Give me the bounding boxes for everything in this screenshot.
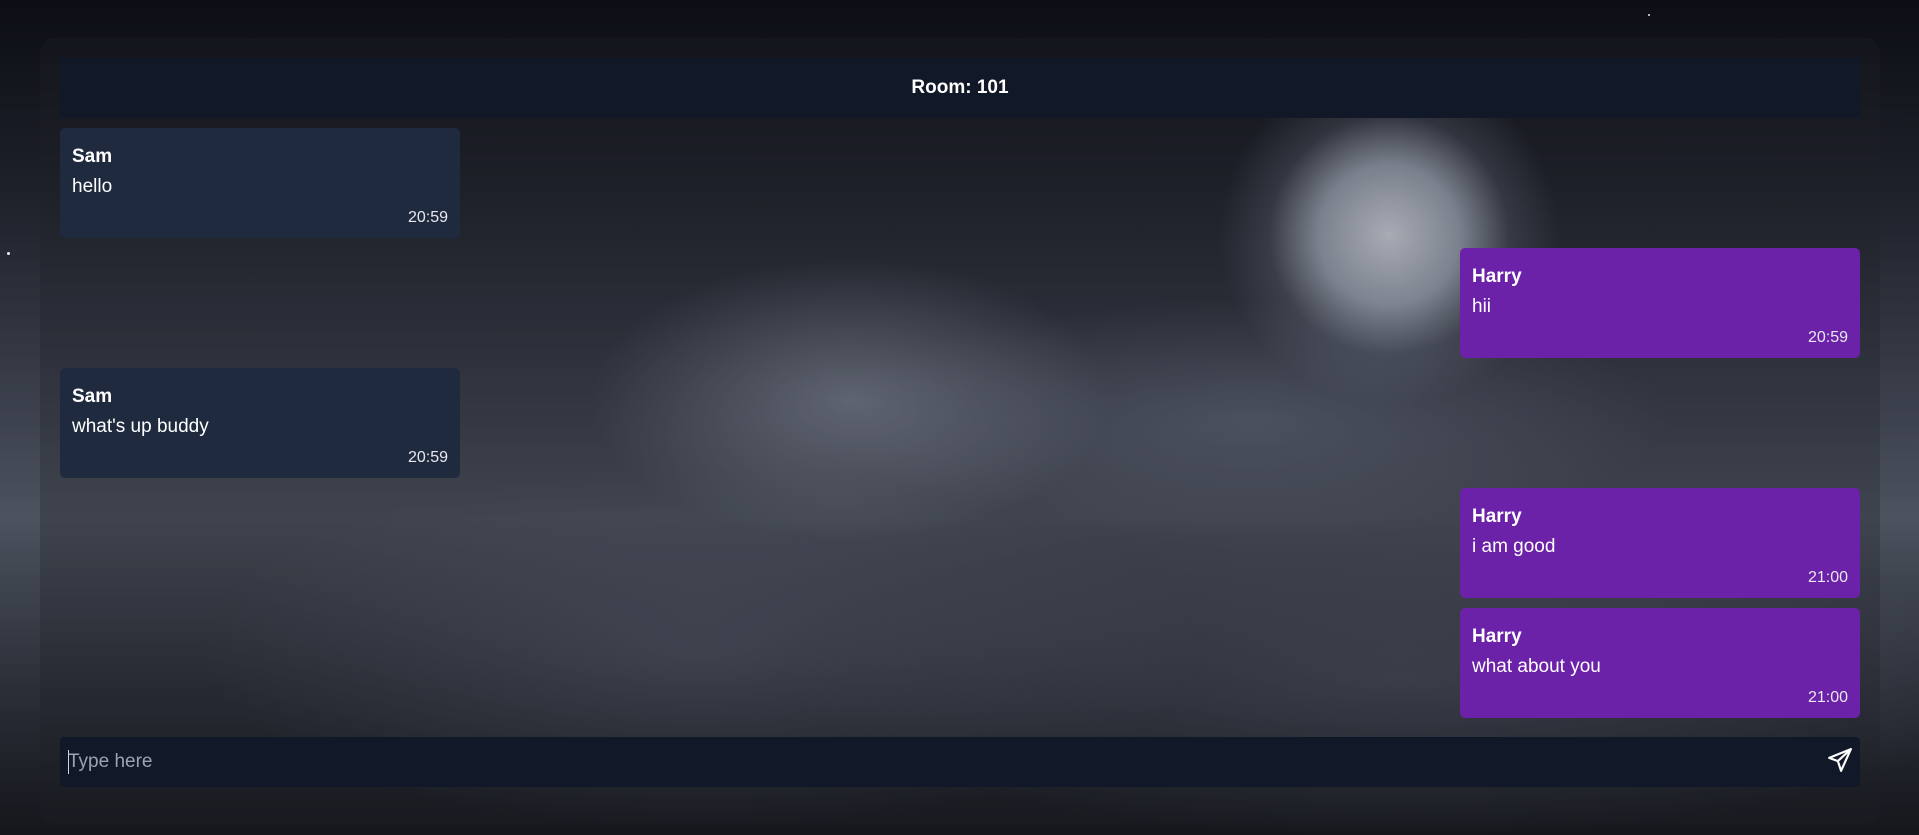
message-time: 21:00 — [1807, 569, 1848, 586]
room-title: Room: 101 — [911, 77, 1009, 98]
message-time: 21:00 — [1807, 689, 1848, 706]
message-sender: Sam — [72, 146, 113, 167]
message-sender: Sam — [72, 386, 113, 407]
message-sender: Harry — [1472, 266, 1522, 287]
text-cursor — [68, 750, 69, 774]
star-decoration — [7, 252, 10, 255]
message-bubble: Sam hello 20:59 — [60, 128, 460, 238]
message-time: 20:59 — [407, 449, 448, 466]
message-time: 20:59 — [1807, 329, 1848, 346]
message-sender: Harry — [1472, 506, 1522, 527]
message-text: hii — [1472, 296, 1492, 317]
message-bubble: Sam what's up buddy 20:59 — [60, 368, 460, 478]
message-text: i am good — [1472, 536, 1556, 557]
message-input[interactable] — [68, 737, 1808, 787]
send-button[interactable] — [1820, 741, 1860, 783]
message-bubble: Harry what about you 21:00 — [1460, 608, 1860, 718]
room-header: Room: 101 — [60, 58, 1860, 118]
message-bubble: Harry i am good 21:00 — [1460, 488, 1860, 598]
message-text: what about you — [1472, 656, 1601, 677]
star-decoration — [1648, 14, 1650, 16]
message-text: what's up buddy — [72, 416, 209, 437]
message-time: 20:59 — [407, 209, 448, 226]
message-sender: Harry — [1472, 626, 1522, 647]
message-text: hello — [72, 176, 113, 197]
send-icon — [1827, 747, 1853, 778]
message-bubble: Harry hii 20:59 — [1460, 248, 1860, 358]
message-composer — [60, 737, 1860, 787]
